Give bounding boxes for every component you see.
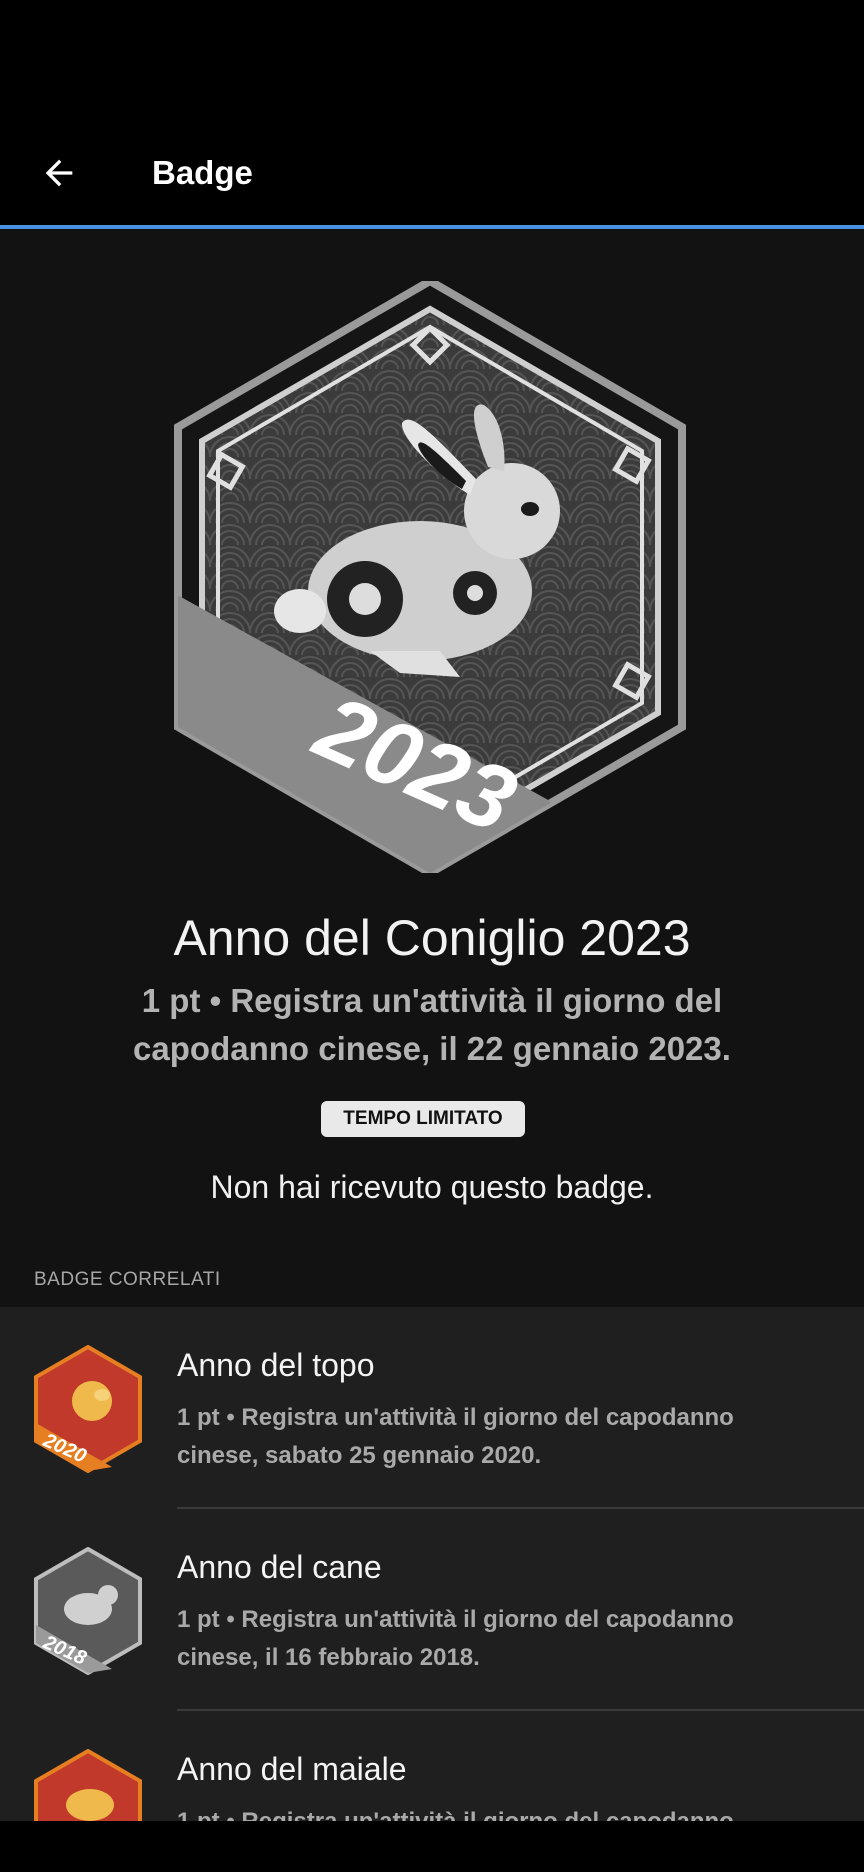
page-title: Badge [152,154,253,191]
rat-badge-icon: 2020 [34,1345,142,1473]
app-bar: Badge [0,120,864,226]
badge-title: Anno del Coniglio 2023 [173,910,691,966]
badge-detail: 2023 Anno del Coniglio 2023 1 pt • Regis… [0,229,864,1821]
related-badges-header: BADGE CORRELATI [34,1269,221,1290]
limited-time-chip: TEMPO LIMITATO [321,1101,525,1137]
list-item-rat[interactable]: 2020 Anno del topo 1 pt • Registra un'at… [0,1307,864,1509]
back-button[interactable] [30,144,88,202]
related-badge-name: Anno del maiale [177,1751,407,1787]
related-badge-description: 1 pt • Registra un'attività il giorno de… [177,1404,734,1469]
related-badges-list: 2020 Anno del topo 1 pt • Registra un'at… [0,1307,864,1821]
dog-badge-icon: 2018 [34,1547,142,1675]
status-bar [0,0,864,120]
related-badge-description: 1 pt • Registra un'attività il giorno de… [177,1606,734,1671]
related-badge-description: 1 pt • Registra un'attività il giorno de… [177,1803,797,1821]
list-item-dog[interactable]: 2018 Anno del cane 1 pt • Registra un'at… [0,1509,864,1711]
related-badge-name: Anno del topo [177,1347,375,1383]
arrow-left-icon [45,159,73,187]
badge-status: Non hai ricevuto questo badge. [210,1169,654,1205]
pig-badge-icon [34,1749,142,1821]
rabbit-badge-icon: 2023 [174,281,686,873]
related-badge-name: Anno del cane [177,1549,382,1585]
system-nav-bar [0,1821,864,1872]
badge-description: 1 pt • Registra un'attività il giorno de… [133,982,731,1067]
list-item-pig[interactable]: Anno del maiale 1 pt • Registra un'attiv… [0,1711,864,1821]
